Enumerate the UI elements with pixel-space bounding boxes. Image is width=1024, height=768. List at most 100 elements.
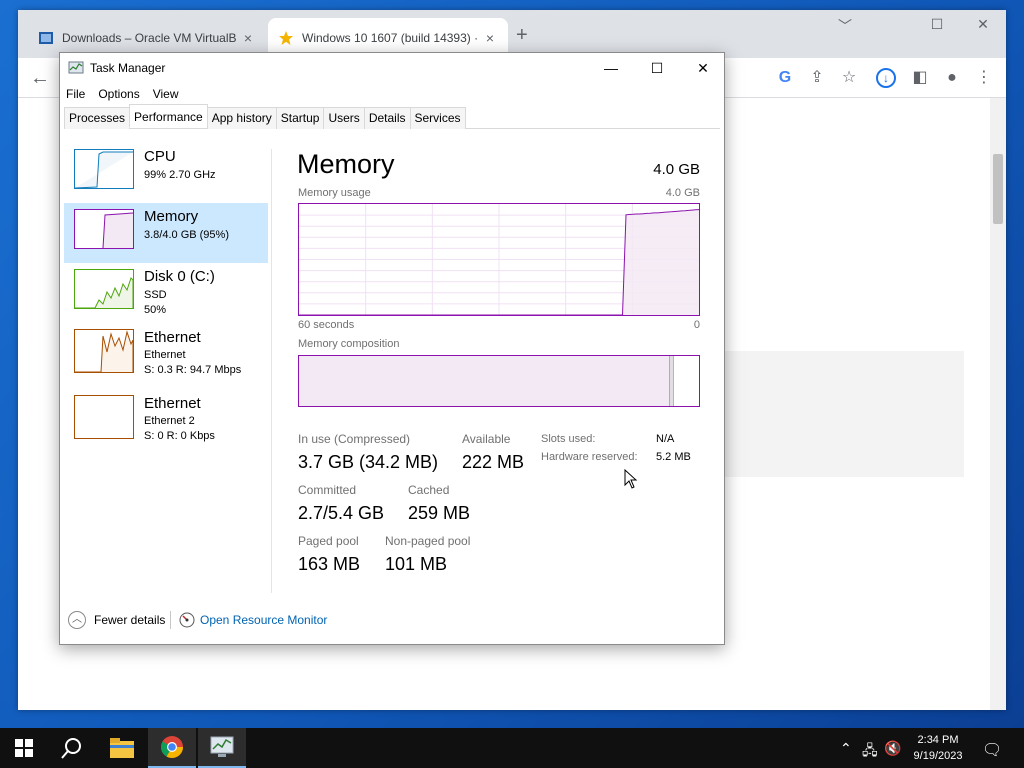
committed-value: 2.7/5.4 GB [298, 503, 385, 523]
mouse-cursor-icon [624, 469, 638, 489]
task-manager-window: Task Manager — ☐ ✕ File Options View Pro… [59, 52, 725, 645]
sidebar-item-memory[interactable]: Memory 3.8/4.0 GB (95%) [64, 203, 268, 263]
non-paged-pool-label: Non-paged pool [385, 534, 471, 548]
cached-label: Cached [408, 483, 450, 497]
browser-tabstrip: Downloads – Oracle VM VirtualB × Windows… [18, 10, 1006, 58]
page-title: Memory [297, 149, 395, 179]
virtualbox-icon [39, 32, 53, 44]
tab-performance[interactable]: Performance [129, 104, 208, 128]
sidebar-item-detail: 3.8/4.0 GB (95%) [144, 229, 229, 241]
time-axis-end: 0 [693, 319, 700, 331]
search-icon [61, 738, 81, 759]
committed-label: Committed [298, 483, 357, 497]
sidebar-item-detail: SSD [144, 289, 167, 301]
google-icon[interactable]: G [773, 66, 797, 90]
in-use-value: 3.7 GB (34.2 MB) [298, 452, 439, 472]
tab-app-history[interactable]: App history [206, 107, 277, 129]
menu-view[interactable]: View [153, 87, 179, 101]
close-button[interactable]: ✕ [680, 53, 726, 83]
sidebar-divider [271, 149, 272, 593]
browser-tab-title: Windows 10 1607 (build 14393) · [302, 31, 479, 45]
menu-file[interactable]: File [66, 87, 85, 101]
sidebar-item-detail: S: 0.3 R: 94.7 Mbps [144, 364, 242, 376]
tab-users[interactable]: Users [323, 107, 365, 129]
volume-muted-icon[interactable]: 🔇 [884, 740, 901, 757]
start-button[interactable] [0, 728, 48, 768]
fewer-details-button[interactable]: Fewer details [94, 613, 165, 627]
back-arrow-icon[interactable]: ← [28, 66, 52, 90]
chrome-button[interactable] [148, 728, 196, 768]
memory-mini-graph [75, 212, 134, 249]
memory-usage-chart [299, 204, 699, 315]
tab-details[interactable]: Details [363, 107, 411, 129]
footer-divider [170, 611, 171, 629]
windows-logo-icon [15, 739, 33, 757]
disk-mini-graph [75, 277, 134, 309]
minimize-button[interactable]: — [588, 53, 634, 83]
vertical-scrollbar[interactable] [990, 98, 1006, 710]
new-tab-button[interactable]: + [516, 24, 528, 47]
task-manager-taskbar-button[interactable] [198, 728, 246, 768]
close-tab-icon[interactable]: × [240, 30, 256, 46]
task-manager-icon [210, 736, 234, 757]
tab-services[interactable]: Services [409, 107, 466, 129]
ethernet-thumbnail [74, 329, 134, 373]
menu-icon[interactable]: ⋮ [972, 66, 996, 90]
page-panel [724, 351, 964, 477]
sidebar-item-label: Disk 0 (C:) [144, 268, 215, 285]
sidebar-item-label: Memory [144, 208, 199, 225]
sidebar-item-disk[interactable]: Disk 0 (C:) SSD 50% [64, 263, 268, 323]
close-tab-icon[interactable]: × [482, 30, 498, 46]
profile-icon[interactable]: ● [940, 66, 964, 90]
maximize-button[interactable]: ☐ [634, 53, 680, 83]
download-icon[interactable]: ↓ [876, 68, 896, 88]
share-icon[interactable]: ⇪ [805, 66, 829, 90]
file-explorer-button[interactable] [98, 728, 146, 768]
star-icon[interactable]: ☆ [837, 66, 861, 90]
cpu-thumbnail [74, 149, 134, 189]
composition-in-use [299, 356, 669, 406]
sidebar-item-label: Ethernet [144, 329, 201, 346]
memory-composition-label: Memory composition [298, 338, 400, 350]
task-manager-icon [68, 61, 84, 74]
total-memory: 4.0 GB [653, 161, 700, 178]
restore-icon[interactable]: ☐ [922, 16, 952, 33]
open-resource-monitor-link[interactable]: Open Resource Monitor [200, 613, 327, 627]
sidebar-item-ethernet[interactable]: Ethernet Ethernet S: 0.3 R: 94.7 Mbps [64, 329, 268, 389]
chevron-up-icon[interactable]: ⌃ [840, 740, 852, 757]
cached-value: 259 MB [408, 503, 471, 523]
sidebar-item-label: CPU [144, 148, 176, 165]
sidebar-item-cpu[interactable]: CPU 99% 2.70 GHz [64, 143, 268, 203]
task-manager-footer: ︿ Fewer details Open Resource Monitor [60, 607, 724, 637]
menu-options[interactable]: Options [98, 87, 139, 101]
tab-search-icon[interactable]: ﹀ [830, 16, 860, 36]
tab-processes[interactable]: Processes [64, 107, 131, 129]
ethernet-2-thumbnail [74, 395, 134, 439]
close-icon[interactable]: ✕ [968, 16, 998, 33]
tab-strip: Processes Performance App history Startu… [64, 104, 720, 129]
available-value: 222 MB [462, 452, 525, 472]
sidebar-icon[interactable]: ◧ [908, 66, 932, 90]
taskbar: ⌃ 🖧 🔇 2:34 PM 9/19/2023 🗨 [0, 728, 1024, 768]
scrollbar-thumb[interactable] [993, 154, 1003, 224]
memory-thumbnail [74, 209, 134, 249]
menu-bar: File Options View [60, 83, 192, 105]
slots-used-label: Slots used: [541, 433, 596, 445]
sidebar-item-detail: S: 0 R: 0 Kbps [144, 430, 215, 442]
notification-icon[interactable]: 🗨 [982, 740, 1002, 760]
sidebar-item-detail: Ethernet 2 [144, 415, 195, 427]
tab-startup[interactable]: Startup [275, 107, 325, 129]
folder-icon [110, 738, 134, 758]
memory-composition-bar [298, 355, 700, 407]
clock-date: 9/19/2023 [913, 750, 963, 762]
chevron-up-icon[interactable]: ︿ [68, 611, 86, 629]
sidebar-item-detail: 99% 2.70 GHz [144, 169, 216, 181]
network-icon[interactable]: 🖧 [862, 740, 878, 764]
search-button[interactable] [48, 728, 96, 768]
time-axis-start: 60 seconds [298, 319, 355, 331]
composition-standby [673, 356, 695, 406]
sidebar-item-ethernet-2[interactable]: Ethernet Ethernet 2 S: 0 R: 0 Kbps [64, 395, 268, 455]
browser-tab-title: Downloads – Oracle VM VirtualB [62, 31, 237, 45]
clock[interactable]: 2:34 PM 9/19/2023 [900, 732, 976, 764]
ethernet-mini-graph [75, 330, 134, 373]
